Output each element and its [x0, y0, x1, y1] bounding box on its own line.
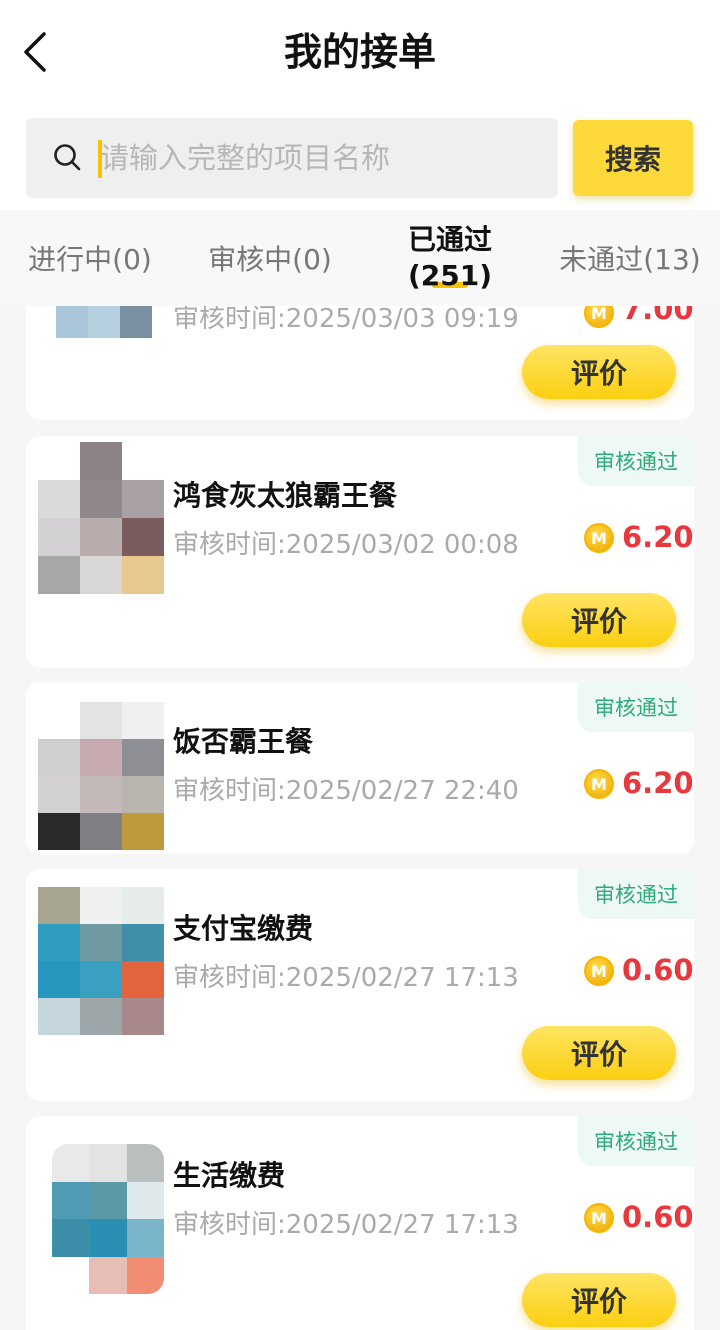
project-name: 鸿食灰太狼霸王餐	[173, 479, 398, 512]
tab-in-progress[interactable]: 进行中(0)	[0, 210, 180, 306]
order-card[interactable]: 审核通过 生活缴费 审核时间:2025/02/27 17:13 M 0.60 评…	[26, 1116, 694, 1330]
coin-icon: M	[584, 1203, 614, 1233]
tab-approved-count: (251)	[407, 259, 493, 292]
reward-price: 6.20	[622, 766, 694, 800]
rate-button[interactable]: 评价	[522, 1026, 676, 1080]
tab-under-review[interactable]: 审核中(0)	[180, 210, 360, 306]
project-thumbnail	[38, 702, 164, 850]
coin-icon: M	[584, 956, 614, 986]
status-badge: 审核通过	[578, 869, 694, 919]
order-card[interactable]: 审核通过 鸿食灰太狼霸王餐 审核时间:2025/03/02 00:08 M 6.…	[26, 436, 694, 668]
coin-icon: M	[584, 523, 614, 553]
project-thumbnail	[38, 887, 164, 1035]
status-badge: 审核通过	[578, 682, 694, 732]
rate-button[interactable]: 评价	[522, 345, 676, 399]
status-badge: 审核通过	[578, 1116, 694, 1166]
reward-price: 7.00	[622, 306, 694, 326]
review-time: 审核时间:2025/03/03 09:19	[173, 306, 519, 334]
project-thumbnail	[56, 306, 152, 338]
page-title: 我的接单	[283, 30, 436, 74]
rate-button[interactable]: 评价	[522, 593, 676, 647]
project-thumbnail	[38, 442, 164, 594]
search-icon	[54, 144, 81, 171]
tab-rejected[interactable]: 未通过(13)	[540, 210, 720, 306]
project-name: 生活缴费	[173, 1159, 286, 1192]
search-input[interactable]	[98, 118, 538, 198]
reward-price: 0.60	[622, 953, 694, 987]
status-badge: 审核通过	[578, 436, 694, 486]
review-time: 审核时间:2025/03/02 00:08	[173, 530, 519, 560]
review-time: 审核时间:2025/02/27 17:13	[173, 1210, 519, 1240]
status-tabs: 进行中(0) 审核中(0) 已通过 (251) 未通过(13)	[0, 210, 720, 306]
order-card[interactable]: 审核通过 支付宝缴费 审核时间:2025/02/27 17:13 M 0.60 …	[26, 869, 694, 1101]
review-time: 审核时间:2025/02/27 17:13	[173, 963, 519, 993]
tab-approved[interactable]: 已通过 (251)	[360, 210, 540, 306]
coin-icon: M	[584, 769, 614, 799]
coin-icon: M	[584, 306, 614, 328]
tab-approved-label: 已通过	[407, 223, 492, 256]
project-name: 饭否霸王餐	[173, 725, 314, 758]
review-time: 审核时间:2025/02/27 22:40	[173, 776, 519, 806]
rate-button[interactable]: 评价	[522, 1273, 676, 1327]
project-name: 支付宝缴费	[173, 912, 314, 945]
search-box[interactable]	[26, 118, 558, 198]
order-list: 审核时间:2025/03/03 09:19 M 7.00 评价 审核通过 鸿食灰…	[0, 306, 720, 1330]
project-thumbnail	[52, 1144, 164, 1294]
search-button[interactable]: 搜索	[573, 120, 693, 196]
header: 我的接单 搜索	[0, 0, 720, 210]
order-card[interactable]: 审核时间:2025/03/03 09:19 M 7.00 评价	[26, 306, 694, 420]
reward-price: 0.60	[622, 1200, 694, 1234]
reward-price: 6.20	[622, 520, 694, 554]
order-card[interactable]: 审核通过 饭否霸王餐 审核时间:2025/02/27 22:40 M 6.20	[26, 682, 694, 854]
